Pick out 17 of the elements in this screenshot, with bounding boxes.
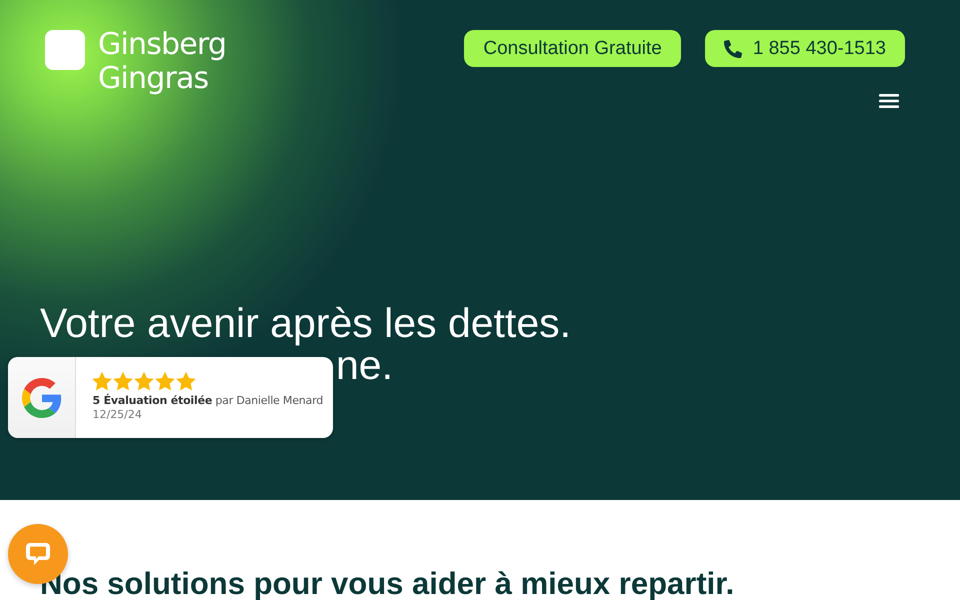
headline-text: ne. [336, 344, 393, 386]
star-icon [113, 371, 134, 391]
star-icon [92, 371, 112, 391]
star-icon [155, 371, 176, 391]
logo-square-icon [45, 30, 85, 70]
chat-icon [24, 540, 52, 568]
review-card[interactable]: 5 Évaluation étoilée par Danielle Menard 12/25/24 [8, 357, 333, 438]
review-date: 12/25/24 [92, 408, 143, 422]
g-logo-icon [22, 378, 62, 418]
consultation-button[interactable]: Consultation Gratuite [464, 30, 681, 67]
review-text: 5 Évaluation étoilée par Danielle Menard [92, 394, 323, 408]
star-icon [134, 371, 154, 391]
headline-text: Votre avenir après les dettes. [40, 302, 572, 344]
phone-button[interactable]: 1 855 430-1513 [704, 30, 905, 67]
phone-icon [724, 40, 742, 58]
star-icon [176, 371, 196, 391]
menu-icon[interactable] [879, 94, 899, 108]
